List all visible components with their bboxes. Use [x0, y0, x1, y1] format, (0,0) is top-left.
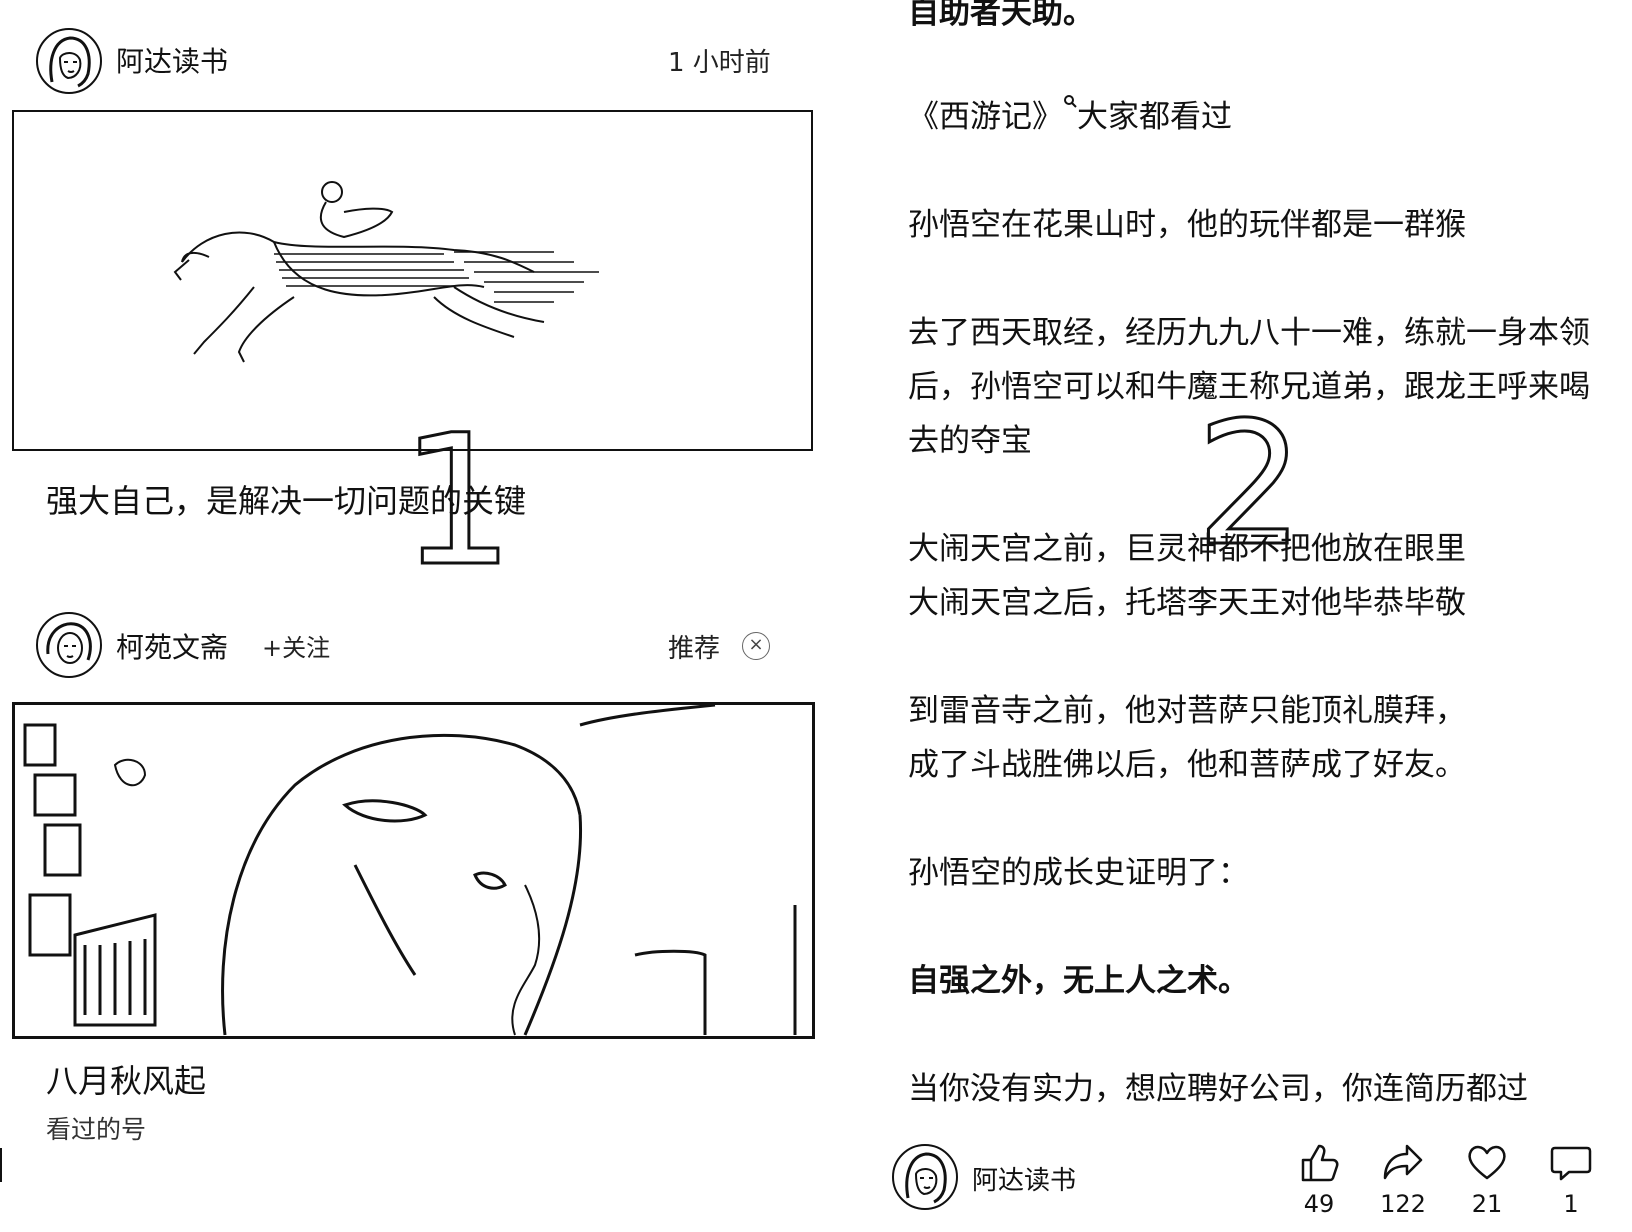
- post-time: 1 小时前: [668, 48, 771, 78]
- article-paragraph: 到雷音寺之前，他对菩萨只能顶礼膜拜，: [908, 693, 1466, 729]
- person-photo-illustration: [23, 705, 797, 1036]
- book-link[interactable]: 《西游记》: [908, 99, 1063, 135]
- share-button[interactable]: 122: [1368, 1140, 1438, 1218]
- avatar-portrait-icon: [49, 36, 91, 88]
- search-icon[interactable]: [1063, 94, 1077, 108]
- scroll-indicator: [0, 1148, 2, 1182]
- share-count: 122: [1380, 1190, 1426, 1218]
- heart-icon: [1468, 1145, 1506, 1180]
- post-title[interactable]: 强大自己，是解决一切问题的关键: [46, 476, 526, 522]
- author-avatar[interactable]: [892, 1144, 958, 1210]
- post-cover-image-portrait[interactable]: [12, 702, 815, 1039]
- favorite-button[interactable]: 21: [1452, 1140, 1522, 1218]
- article-paragraph: 孙悟空的成长史证明了：: [908, 855, 1249, 891]
- recommend-label: 推荐: [668, 634, 721, 664]
- author-avatar[interactable]: [36, 28, 102, 94]
- article-paragraph: 自强之外，无上人之术。: [908, 963, 1249, 999]
- comment-count: 1: [1563, 1190, 1579, 1218]
- post-author-name[interactable]: 柯苑文斋: [116, 626, 228, 666]
- like-count: 49: [1303, 1190, 1335, 1218]
- footer-author-name[interactable]: 阿达读书: [972, 1160, 1076, 1197]
- follow-button[interactable]: +关注: [262, 628, 330, 663]
- dismiss-icon[interactable]: ×: [742, 632, 770, 660]
- article-paragraph: 当你没有实力，想应聘好公司，你连简历都过: [908, 1071, 1528, 1107]
- like-button[interactable]: 49: [1284, 1140, 1354, 1218]
- thumbs-up-icon: [1301, 1144, 1339, 1182]
- article-paragraph: 成了斗战胜佛以后，他和菩萨成了好友。: [908, 747, 1466, 783]
- step-number-2: 2: [1194, 386, 1305, 584]
- article-paragraph: 孙悟空在花果山时，他的玩伴都是一群猴: [908, 207, 1466, 243]
- comment-button[interactable]: 1: [1536, 1140, 1606, 1218]
- post-title[interactable]: 八月秋风起: [46, 1056, 206, 1102]
- article-paragraph: 自助者天助。: [908, 0, 1094, 31]
- comment-icon: [1550, 1146, 1592, 1181]
- post-author-name[interactable]: 阿达读书: [116, 40, 228, 80]
- author-avatar[interactable]: [36, 612, 102, 678]
- avatar-portrait-icon: [905, 1152, 947, 1204]
- article-paragraph: 大闹天宫之后，托塔李天王对他毕恭毕敬: [908, 585, 1466, 621]
- share-icon: [1383, 1144, 1423, 1180]
- post-subtitle: 看过的号: [46, 1115, 147, 1144]
- avatar-portrait-icon: [46, 622, 92, 664]
- paragraph-text: 大家都看过: [1077, 99, 1232, 135]
- favorite-count: 21: [1471, 1190, 1503, 1218]
- article-paragraph: 《西游记》 大家都看过: [908, 90, 1598, 144]
